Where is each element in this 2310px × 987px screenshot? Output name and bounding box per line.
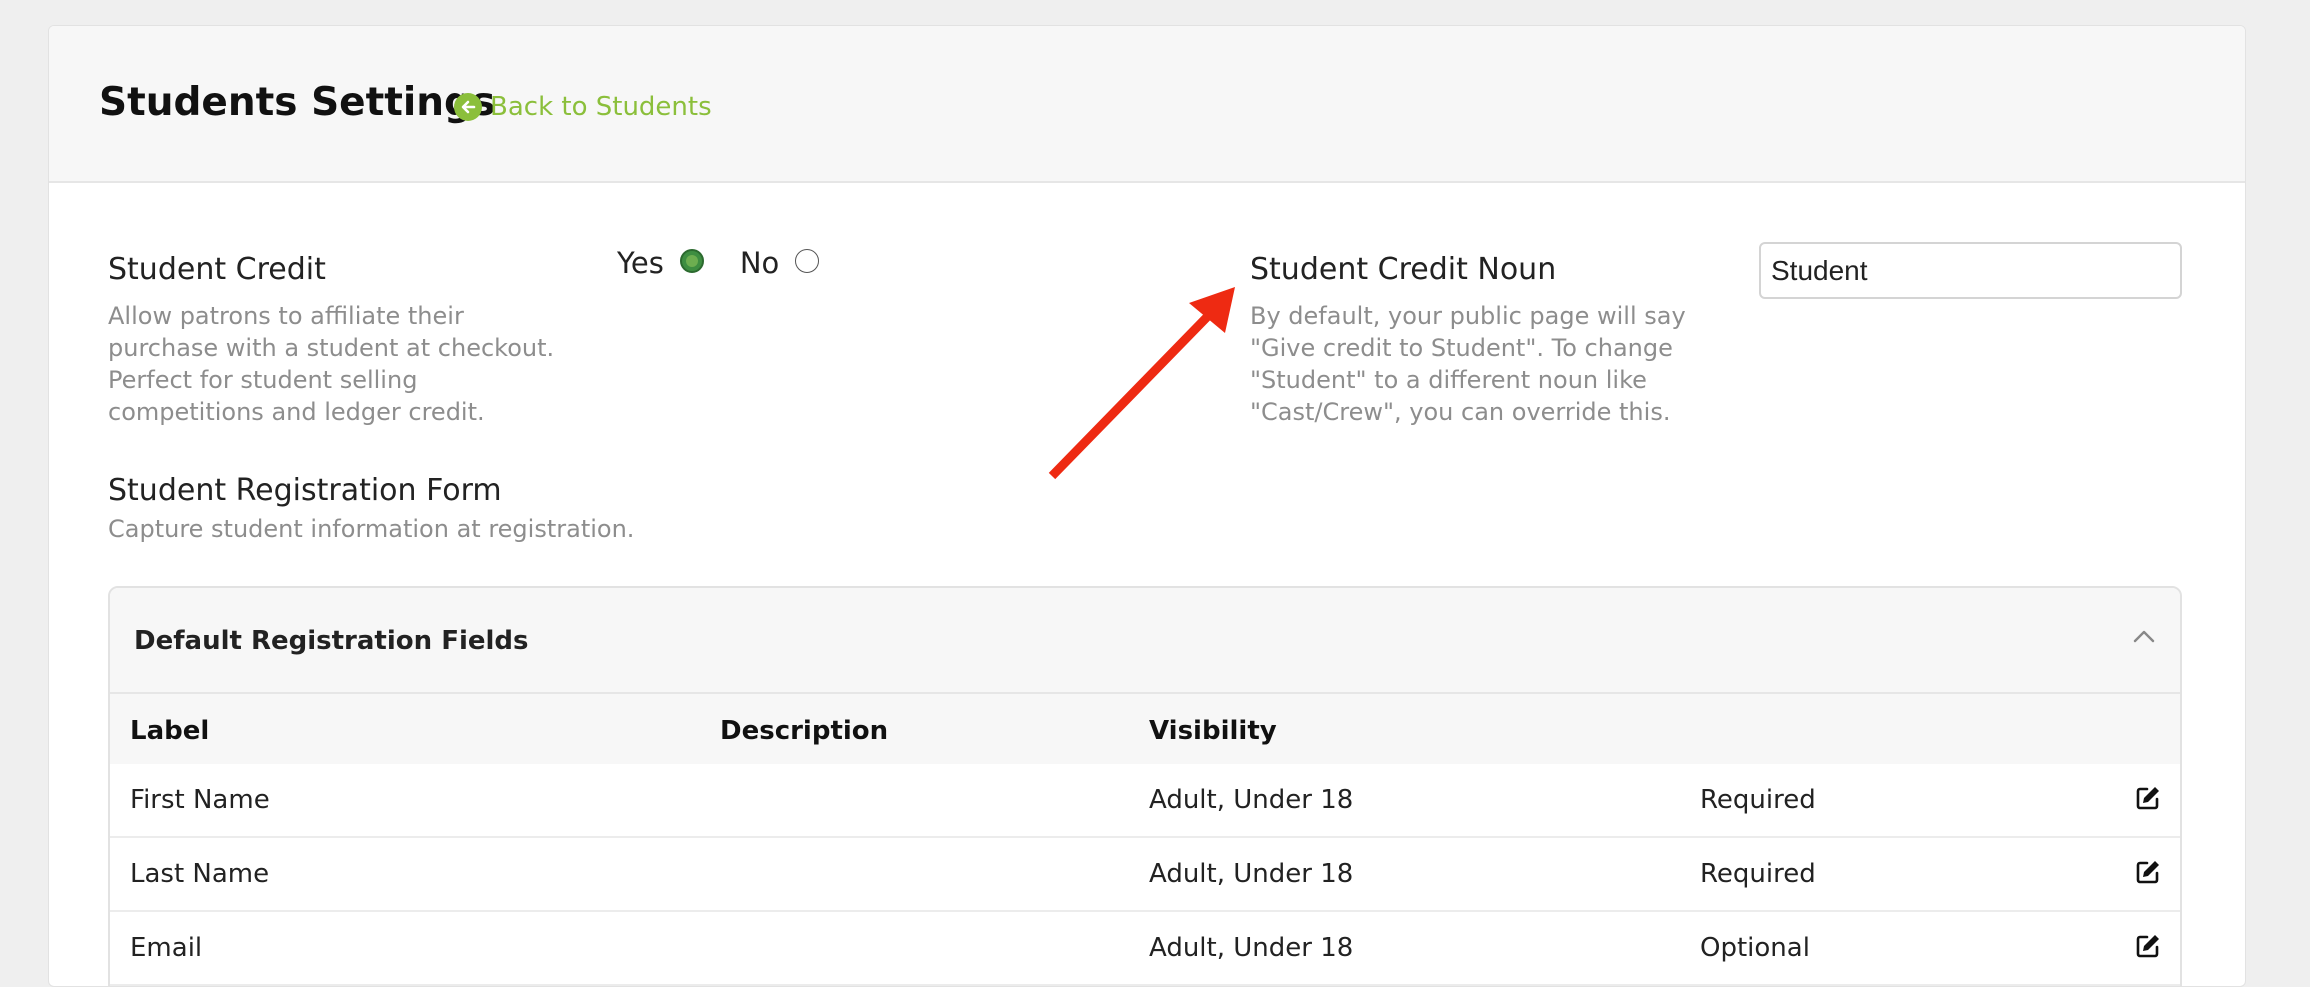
annotation-arrow [1048, 287, 1235, 480]
